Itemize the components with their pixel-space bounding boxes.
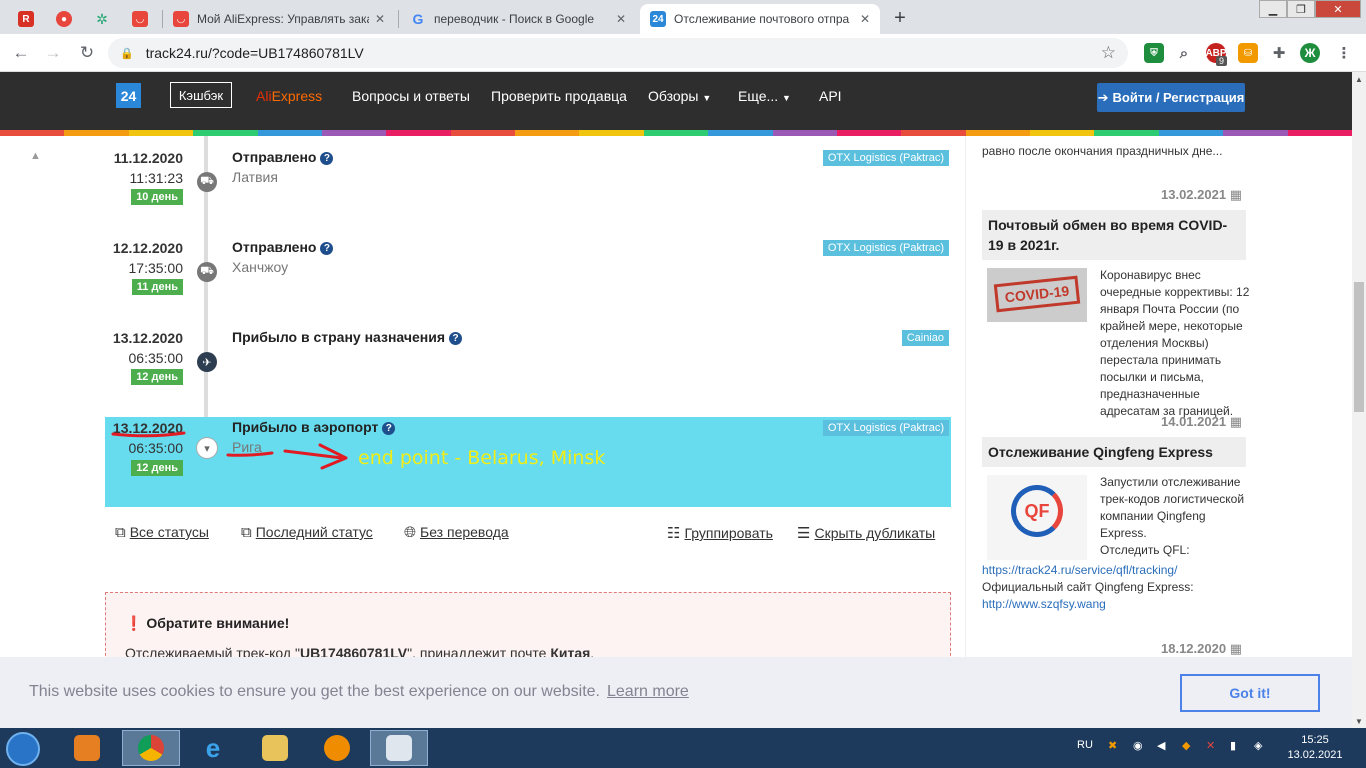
qingfeng-logo-image: QF: [987, 475, 1087, 560]
calendar-icon: ▦: [1229, 414, 1242, 429]
news-text: Запустили отслеживание трек-кодов логист…: [1100, 475, 1245, 540]
tray-app-icon[interactable]: ✖: [1108, 739, 1117, 752]
track-label: Отследить QFL:: [1100, 543, 1190, 557]
clock-time: 15:25: [1301, 734, 1329, 746]
news-text: Коронавирус внес очередные коррективы: 1…: [1100, 268, 1250, 418]
calendar-icon: ▦: [1229, 641, 1242, 656]
page-scrollbar[interactable]: ▲ ▼: [1352, 72, 1366, 728]
clock-date: 13.02.2021: [1287, 749, 1343, 761]
news-title[interactable]: Отслеживание Qingfeng Express: [982, 437, 1246, 467]
scroll-down-arrow[interactable]: ▼: [1352, 714, 1366, 728]
news-snippet: равно после окончания праздничных дне...: [982, 144, 1223, 158]
start-button[interactable]: [6, 732, 40, 766]
qfl-tracking-link[interactable]: https://track24.ru/service/qfl/tracking/: [982, 563, 1177, 577]
tray-app-icon[interactable]: ◈: [1254, 739, 1262, 752]
news-date: 13.02.2021 ▦: [1161, 187, 1242, 203]
media-player-icon: [74, 735, 100, 761]
taskbar-app[interactable]: [308, 730, 366, 766]
scroll-up-arrow[interactable]: ▲: [1352, 72, 1366, 86]
app-icon: [324, 735, 350, 761]
site-label: Официальный сайт Qingfeng Express:: [982, 580, 1194, 594]
ie-icon: e: [205, 732, 221, 763]
covid-stamp-image: COVID-19: [987, 268, 1087, 322]
news-date: 18.12.2020 ▦: [1161, 641, 1242, 657]
taskbar-explorer[interactable]: [246, 730, 304, 766]
covid-stamp: COVID-19: [993, 275, 1081, 313]
language-indicator[interactable]: RU: [1077, 739, 1093, 751]
cookie-message: This website uses cookies to ensure you …: [29, 683, 600, 700]
news-date-text: 13.02.2021: [1161, 187, 1227, 202]
network-icon[interactable]: ✕: [1206, 739, 1215, 752]
taskbar-ie[interactable]: e: [184, 730, 242, 766]
qf-logo: QF: [1011, 485, 1063, 537]
taskbar-media-player[interactable]: [58, 730, 116, 766]
system-clock[interactable]: 15:25 13.02.2021: [1283, 733, 1347, 763]
qingfeng-site-link[interactable]: http://www.szqfsy.wang: [982, 597, 1106, 611]
tray-app-icon[interactable]: ▮: [1230, 739, 1236, 752]
tray-app-icon[interactable]: ◉: [1133, 739, 1143, 752]
news-title[interactable]: Почтовый обмен во время COVID-19 в 2021г…: [982, 210, 1246, 260]
volume-icon[interactable]: ◀: [1157, 739, 1165, 752]
taskbar-paint[interactable]: [370, 730, 428, 766]
taskbar-chrome[interactable]: [122, 730, 180, 766]
paint-icon: [386, 735, 412, 761]
chrome-icon: [138, 735, 164, 761]
cookie-banner: This website uses cookies to ensure you …: [0, 657, 1352, 728]
scrollbar-thumb[interactable]: [1354, 282, 1364, 412]
news-sidebar: равно после окончания праздничных дне...…: [965, 136, 1352, 728]
annotation-text: end point - Belarus, Minsk: [358, 447, 606, 469]
windows-taskbar: e RU ✖ ◉ ◀ ◆ ✕ ▮ ◈ 15:25 13.02.2021: [0, 728, 1366, 768]
news-date-text: 18.12.2020: [1161, 641, 1227, 656]
learn-more-link[interactable]: Learn more: [607, 683, 689, 701]
got-it-button[interactable]: Got it!: [1180, 674, 1320, 712]
news-date: 14.01.2021 ▦: [1161, 414, 1242, 430]
calendar-icon: ▦: [1229, 187, 1242, 202]
tray-app-icon[interactable]: ◆: [1182, 739, 1190, 752]
folder-icon: [262, 735, 288, 761]
news-date-text: 14.01.2021: [1161, 414, 1227, 429]
